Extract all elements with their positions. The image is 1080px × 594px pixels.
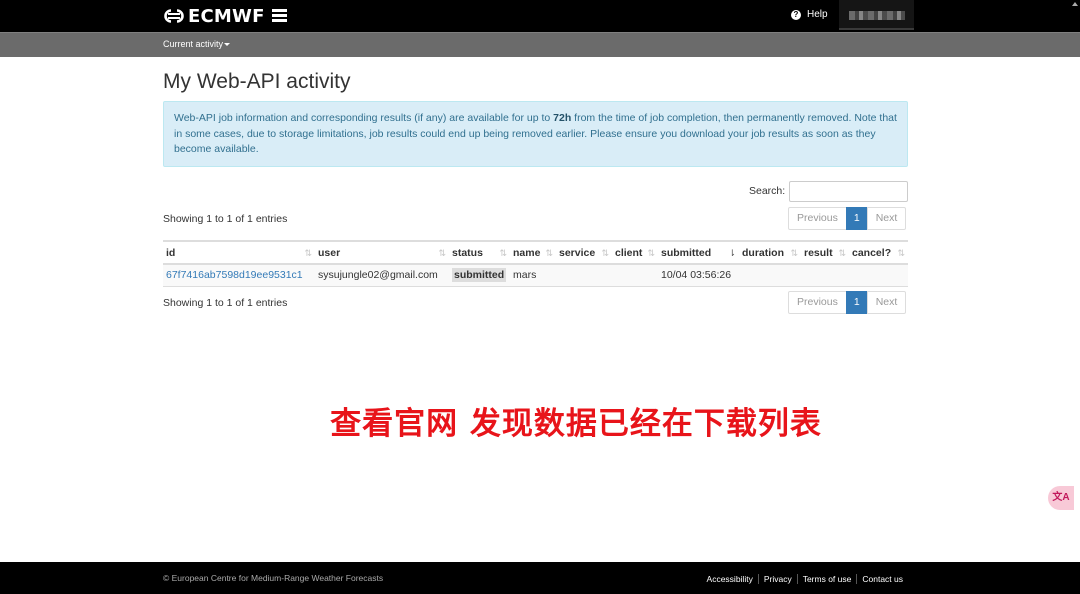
sort-icon: ⇅ xyxy=(790,248,798,258)
page-title: My Web-API activity xyxy=(163,70,351,93)
next-button[interactable]: Next xyxy=(866,291,907,314)
column-header-cancel[interactable]: cancel? ⇅ xyxy=(849,240,908,265)
alert-bold-72h: 72h xyxy=(553,112,572,124)
pagination-top: Previous 1 Next xyxy=(788,207,907,230)
ecmwf-logo-mark-icon xyxy=(163,9,185,23)
cell-duration xyxy=(739,264,801,287)
cell-submitted: 10/04 03:56:26 xyxy=(658,264,739,287)
cell-id[interactable]: 67f7416ab7598d19ee9531c1 xyxy=(163,264,315,287)
ecmwf-logo[interactable]: ECMWF xyxy=(163,5,265,27)
column-header-result[interactable]: result ⇅ xyxy=(801,240,849,265)
overlay-caption: 查看官网 发现数据已经在下载列表 xyxy=(330,406,822,442)
blurred-username xyxy=(849,11,905,20)
column-header-name[interactable]: name ⇅ xyxy=(510,240,556,265)
column-header-id[interactable]: id ⇅ xyxy=(163,240,315,265)
sort-icon: ⇅ xyxy=(838,248,846,258)
question-icon: ? xyxy=(791,9,801,20)
page-1-button[interactable]: 1 xyxy=(845,207,868,230)
page-1-button[interactable]: 1 xyxy=(845,291,868,314)
previous-button[interactable]: Previous xyxy=(788,207,847,230)
copyright-text: © European Centre for Medium-Range Weath… xyxy=(163,573,384,583)
cell-client xyxy=(612,264,658,287)
search-input[interactable] xyxy=(789,181,908,202)
info-alert: Web-API job information and correspondin… xyxy=(163,101,908,167)
table-row: 67f7416ab7598d19ee9531c1 sysujungle02@gm… xyxy=(163,264,908,287)
table-header-row: id ⇅ user ⇅ status ⇅ name ⇅ service ⇅ client ⇅… xyxy=(163,240,908,265)
column-header-service[interactable]: service ⇅ xyxy=(556,240,612,265)
help-link[interactable]: ? Help xyxy=(791,9,828,20)
cell-user: sysujungle02@gmail.com xyxy=(315,264,449,287)
help-label: Help xyxy=(807,9,828,20)
next-button[interactable]: Next xyxy=(866,207,907,230)
sort-icon: ⇅ xyxy=(438,248,446,258)
user-menu[interactable] xyxy=(839,0,914,30)
column-header-duration[interactable]: duration ⇅ xyxy=(739,240,801,265)
cell-name: mars xyxy=(510,264,556,287)
activity-table: id ⇅ user ⇅ status ⇅ name ⇅ service ⇅ client ⇅… xyxy=(163,240,908,287)
entries-info-top: Showing 1 to 1 of 1 entries xyxy=(163,213,288,225)
sub-navigation: Current activity xyxy=(0,32,1080,57)
sort-icon: ⇅ xyxy=(545,248,553,258)
sort-icon: ⇅ xyxy=(499,248,507,258)
sort-icon: ⇅ xyxy=(304,248,312,258)
column-header-user[interactable]: user ⇅ xyxy=(315,240,449,265)
scroll-up-arrow-icon[interactable] xyxy=(1072,2,1078,6)
cell-service xyxy=(556,264,612,287)
footer-link-contact[interactable]: Contact us xyxy=(856,574,908,584)
cell-result xyxy=(801,264,849,287)
alert-text-1: Web-API job information and correspondin… xyxy=(174,112,554,124)
footer-links: Accessibility Privacy Terms of use Conta… xyxy=(702,574,908,584)
entries-info-bottom: Showing 1 to 1 of 1 entries xyxy=(163,297,288,309)
current-activity-label: Current activity xyxy=(163,39,224,49)
footer-link-terms[interactable]: Terms of use xyxy=(796,574,857,584)
job-id-link[interactable]: 67f7416ab7598d19ee9531c1 xyxy=(166,269,303,281)
current-activity-dropdown[interactable]: Current activity xyxy=(163,39,231,49)
top-header: ECMWF ? Help xyxy=(0,0,1080,32)
column-header-client[interactable]: client ⇅ xyxy=(612,240,658,265)
hamburger-icon[interactable] xyxy=(272,9,287,22)
footer-link-privacy[interactable]: Privacy xyxy=(757,574,797,584)
translate-widget-icon[interactable]: 文A xyxy=(1048,486,1074,510)
sort-icon: ⇅ xyxy=(601,248,609,258)
footer: © European Centre for Medium-Range Weath… xyxy=(0,562,1080,594)
status-badge: submitted xyxy=(452,268,507,283)
sort-desc-icon: ⇂ xyxy=(728,248,736,258)
previous-button[interactable]: Previous xyxy=(788,291,847,314)
caret-down-icon xyxy=(224,43,231,47)
pagination-bottom: Previous 1 Next xyxy=(788,291,907,314)
column-header-submitted[interactable]: submitted ⇂ xyxy=(658,240,739,265)
sort-icon: ⇅ xyxy=(647,248,655,258)
column-header-status[interactable]: status ⇅ xyxy=(449,240,510,265)
cell-cancel xyxy=(849,264,908,287)
cell-status: submitted xyxy=(449,264,510,287)
footer-link-accessibility[interactable]: Accessibility xyxy=(702,574,758,584)
search-label: Search: xyxy=(749,185,786,197)
logo-text: ECMWF xyxy=(188,5,265,27)
sort-icon: ⇅ xyxy=(897,248,905,258)
